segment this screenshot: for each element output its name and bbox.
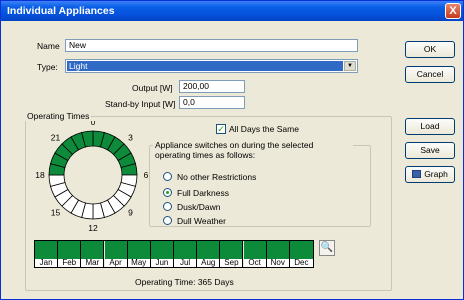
- all-days-checkbox[interactable]: ✓: [216, 124, 226, 134]
- close-button[interactable]: X: [445, 3, 461, 19]
- operating-time-summary: Operating Time: 365 Days: [135, 277, 234, 287]
- month-feb[interactable]: Feb: [58, 241, 82, 267]
- month-dec[interactable]: Dec: [289, 241, 313, 267]
- dial-label-3: 3: [128, 133, 133, 143]
- type-label: Type:: [37, 62, 58, 72]
- month-jan[interactable]: Jan: [35, 241, 59, 267]
- output-input[interactable]: 200,00: [179, 80, 245, 93]
- all-days-label: All Days the Same: [229, 124, 299, 134]
- radio-no-restrictions[interactable]: [163, 172, 172, 181]
- month-label: Jul: [174, 259, 197, 267]
- dial-label-12: 12: [88, 223, 98, 233]
- option-label-1: Full Darkness: [177, 188, 229, 198]
- month-apr[interactable]: Apr: [104, 241, 128, 267]
- radio-dull-weather[interactable]: [163, 216, 172, 225]
- radio-dusk-dawn[interactable]: [163, 202, 172, 211]
- month-label: Mar: [81, 259, 104, 267]
- name-input[interactable]: New: [65, 39, 358, 52]
- cancel-button[interactable]: Cancel: [405, 66, 455, 83]
- type-select-value: Light: [67, 61, 343, 71]
- zoom-icon[interactable]: 🔍: [319, 240, 335, 256]
- month-label: Nov: [266, 259, 289, 267]
- month-aug[interactable]: Aug: [197, 241, 221, 267]
- standby-input[interactable]: 0,0: [179, 96, 245, 109]
- month-may[interactable]: May: [127, 241, 151, 267]
- month-selector[interactable]: Jan Feb Mar Apr May Jun Jul Aug Sep Oct Nov Dec: [34, 240, 314, 268]
- option-label-0: No other Restrictions: [177, 172, 257, 182]
- month-jul[interactable]: Jul: [174, 241, 198, 267]
- month-mar[interactable]: Mar: [81, 241, 105, 267]
- month-label: Sep: [220, 259, 243, 267]
- individual-appliances-dialog: Individual Appliances X Name New Type: L…: [0, 0, 464, 300]
- graph-button-label: Graph: [424, 169, 448, 179]
- radio-full-darkness[interactable]: [163, 188, 172, 197]
- month-label: Dec: [289, 259, 313, 267]
- window-title: Individual Appliances: [7, 5, 115, 17]
- dial-label-9: 9: [128, 207, 133, 217]
- month-label: Feb: [58, 259, 81, 267]
- month-label: Jun: [150, 259, 173, 267]
- month-label: Aug: [197, 259, 220, 267]
- option-label-3: Dull Weather: [177, 216, 226, 226]
- dial-label-0: 0: [91, 121, 96, 127]
- month-label: May: [127, 259, 150, 267]
- ok-button[interactable]: OK: [405, 41, 455, 58]
- dial-label-18: 18: [35, 170, 45, 180]
- month-nov[interactable]: Nov: [266, 241, 290, 267]
- month-label: Apr: [104, 259, 127, 267]
- option-label-2: Dusk/Dawn: [177, 202, 221, 212]
- type-select[interactable]: Light ▼: [65, 59, 358, 73]
- month-jun[interactable]: Jun: [150, 241, 174, 267]
- month-sep[interactable]: Sep: [220, 241, 244, 267]
- dial-label-15: 15: [51, 207, 61, 217]
- chevron-down-icon[interactable]: ▼: [344, 61, 356, 71]
- standby-label: Stand-by Input [W]: [105, 99, 176, 109]
- graph-button[interactable]: Graph: [405, 166, 455, 183]
- hour-dial[interactable]: 0 3 6 9 12 15 18 21: [21, 121, 161, 241]
- name-label: Name: [37, 41, 60, 51]
- month-label: Oct: [243, 259, 266, 267]
- dial-label-6: 6: [144, 170, 149, 180]
- switch-mode-title: Appliance switches on during the selecte…: [153, 140, 353, 160]
- chart-icon: [412, 170, 422, 178]
- output-label: Output [W]: [132, 83, 173, 93]
- month-oct[interactable]: Oct: [243, 241, 267, 267]
- month-label: Jan: [35, 259, 58, 267]
- operating-times-title: Operating Times: [25, 111, 92, 121]
- load-button[interactable]: Load: [405, 118, 455, 135]
- save-button[interactable]: Save: [405, 142, 455, 159]
- title-bar[interactable]: Individual Appliances X: [1, 1, 463, 21]
- dial-label-21: 21: [51, 133, 61, 143]
